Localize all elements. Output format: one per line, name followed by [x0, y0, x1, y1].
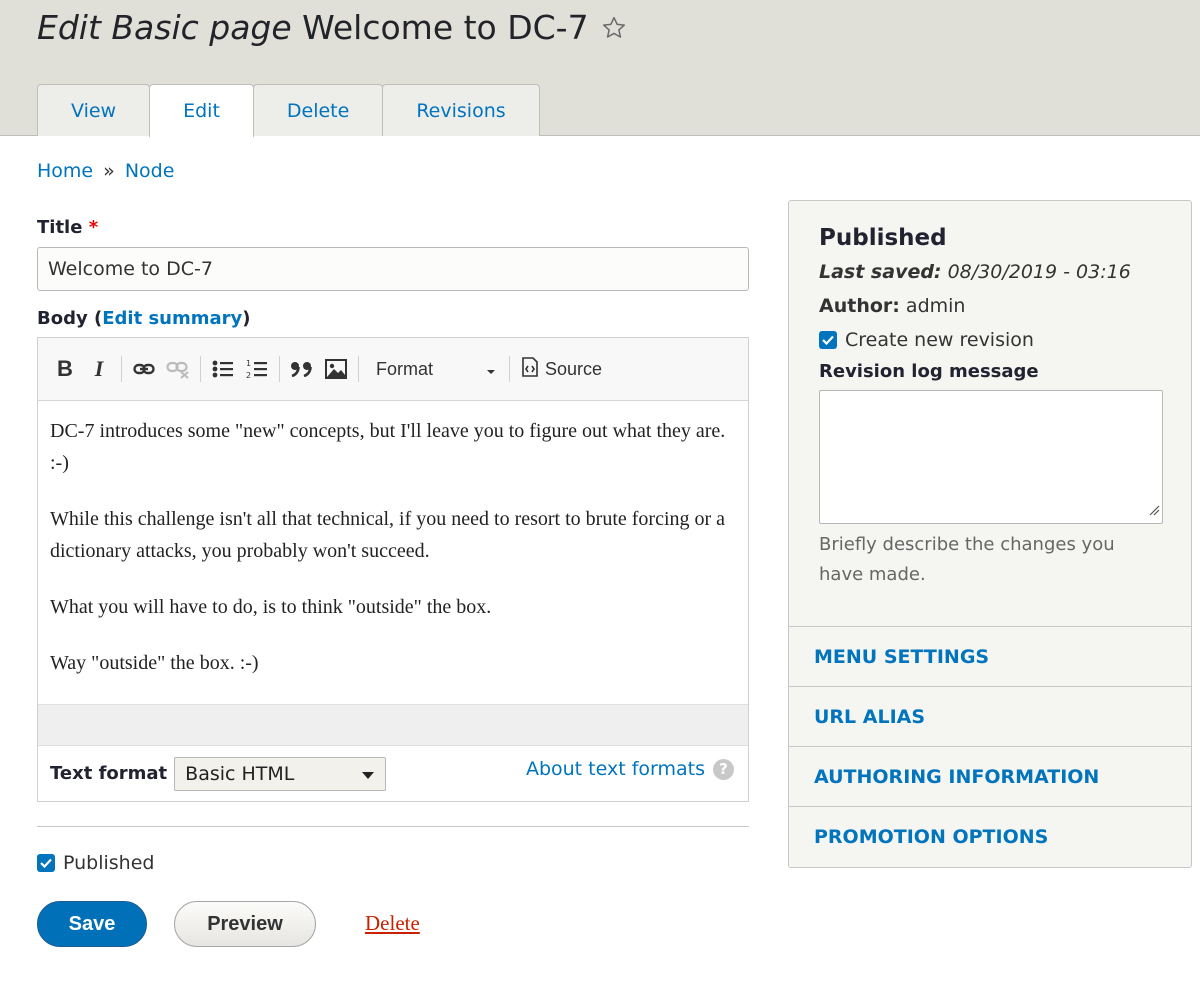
- about-text-formats[interactable]: About text formats ?: [526, 758, 734, 780]
- title-input[interactable]: [37, 247, 749, 291]
- published-checkbox[interactable]: Published: [37, 852, 154, 874]
- create-revision-label: Create new revision: [845, 329, 1034, 351]
- create-revision-checkbox[interactable]: Create new revision: [819, 329, 1161, 351]
- numbered-list-icon[interactable]: 12: [240, 352, 274, 386]
- body-label: Body (Edit summary): [37, 308, 251, 329]
- body-paren-close: ): [242, 308, 251, 329]
- tab-delete[interactable]: Delete: [252, 84, 384, 136]
- menu-settings-toggle[interactable]: Menu settings: [789, 627, 1191, 687]
- page-title-prefix: Edit Basic page: [37, 8, 292, 47]
- body-editor: B I 12 Format Source DC-7 introduces som…: [37, 337, 749, 802]
- bold-icon[interactable]: B: [48, 352, 82, 386]
- url-alias-toggle[interactable]: URL alias: [789, 687, 1191, 747]
- last-saved: Last saved: 08/30/2019 - 03:16: [819, 261, 1161, 283]
- edit-summary-link[interactable]: Edit summary: [102, 308, 242, 329]
- star-icon[interactable]: [601, 10, 627, 49]
- required-marker: *: [88, 217, 99, 238]
- last-saved-label: Last saved:: [819, 261, 942, 283]
- body-paragraph: While this challenge isn't all that tech…: [50, 508, 726, 562]
- checkbox-checked-icon[interactable]: [819, 331, 837, 349]
- divider: [37, 826, 749, 827]
- revision-log-label: Revision log message: [819, 361, 1039, 382]
- author-label: Author:: [819, 295, 900, 317]
- revision-log-textarea[interactable]: [819, 390, 1163, 524]
- author-value: admin: [905, 295, 966, 317]
- entity-meta-header: Published Last saved: 08/30/2019 - 03:16…: [789, 201, 1191, 627]
- published-label: Published: [63, 852, 155, 874]
- breadcrumb: Home » Node: [37, 160, 174, 182]
- toolbar-divider: [121, 356, 122, 382]
- image-icon[interactable]: [319, 352, 353, 386]
- delete-link[interactable]: Delete: [365, 911, 420, 936]
- source-icon: [521, 356, 545, 382]
- breadcrumb-home[interactable]: Home: [37, 160, 93, 182]
- author: Author: admin: [819, 295, 1161, 317]
- revision-log-description: Briefly describe the changes you have ma…: [819, 534, 1115, 585]
- authoring-information-toggle[interactable]: Authoring information: [789, 747, 1191, 807]
- tab-revisions[interactable]: Revisions: [382, 84, 540, 136]
- source-label: Source: [545, 358, 603, 379]
- format-dropdown[interactable]: Format: [364, 352, 504, 386]
- page-header: Edit Basic page Welcome to DC-7 View Edi…: [0, 0, 1200, 137]
- source-button[interactable]: Source: [515, 356, 603, 382]
- svg-text:1: 1: [246, 359, 251, 368]
- caret-down-icon: [486, 359, 496, 380]
- about-text-formats-link[interactable]: About text formats: [526, 758, 705, 780]
- toolbar-divider: [200, 356, 201, 382]
- text-format-value: Basic HTML: [185, 762, 295, 785]
- body-paragraph: DC-7 introduces some "new" concepts, but…: [50, 420, 726, 474]
- body-paren-open: (: [94, 308, 103, 329]
- help-icon[interactable]: ?: [713, 758, 734, 780]
- save-button[interactable]: Save: [37, 901, 147, 947]
- svg-text:2: 2: [246, 371, 251, 380]
- breadcrumb-separator: »: [103, 160, 115, 182]
- checkbox-checked-icon[interactable]: [37, 854, 55, 872]
- breadcrumb-node[interactable]: Node: [125, 160, 175, 182]
- page-title-node: Welcome to DC-7: [302, 8, 589, 47]
- title-label: Title *: [37, 217, 98, 238]
- editor-toolbar: B I 12 Format Source: [38, 338, 748, 401]
- toolbar-divider: [279, 356, 280, 382]
- title-label-text: Title: [37, 217, 83, 238]
- toolbar-divider: [358, 356, 359, 382]
- caret-down-icon: [361, 763, 375, 785]
- italic-icon[interactable]: I: [82, 352, 116, 386]
- body-content-area[interactable]: DC-7 introduces some "new" concepts, but…: [38, 401, 748, 704]
- preview-button[interactable]: Preview: [174, 901, 316, 947]
- resize-handle-icon[interactable]: [1148, 499, 1160, 521]
- last-saved-value: 08/30/2019 - 03:16: [947, 261, 1131, 283]
- text-format-wrapper: Text format Basic HTML About text format…: [38, 746, 748, 801]
- promotion-options-toggle[interactable]: Promotion options: [789, 807, 1191, 867]
- entity-meta-sidebar: Published Last saved: 08/30/2019 - 03:16…: [788, 200, 1192, 868]
- bulleted-list-icon[interactable]: [206, 352, 240, 386]
- text-format-select[interactable]: Basic HTML: [174, 756, 387, 791]
- text-format-label: Text format: [50, 763, 168, 784]
- tab-view[interactable]: View: [37, 84, 151, 136]
- body-paragraph: Way "outside" the box. :-): [50, 652, 259, 674]
- unlink-icon[interactable]: [161, 352, 195, 386]
- page-title: Edit Basic page Welcome to DC-7: [37, 8, 627, 49]
- tab-edit[interactable]: Edit: [149, 84, 254, 137]
- body-paragraph: What you will have to do, is to think "o…: [50, 596, 492, 618]
- blockquote-icon[interactable]: [285, 352, 319, 386]
- link-icon[interactable]: [127, 352, 161, 386]
- primary-tabs: View Edit Delete Revisions: [37, 84, 540, 137]
- toolbar-divider: [509, 356, 510, 382]
- status-heading: Published: [819, 225, 947, 251]
- editor-statusbar: [38, 704, 748, 746]
- format-dropdown-label: Format: [376, 358, 434, 379]
- body-label-text: Body: [37, 308, 88, 329]
